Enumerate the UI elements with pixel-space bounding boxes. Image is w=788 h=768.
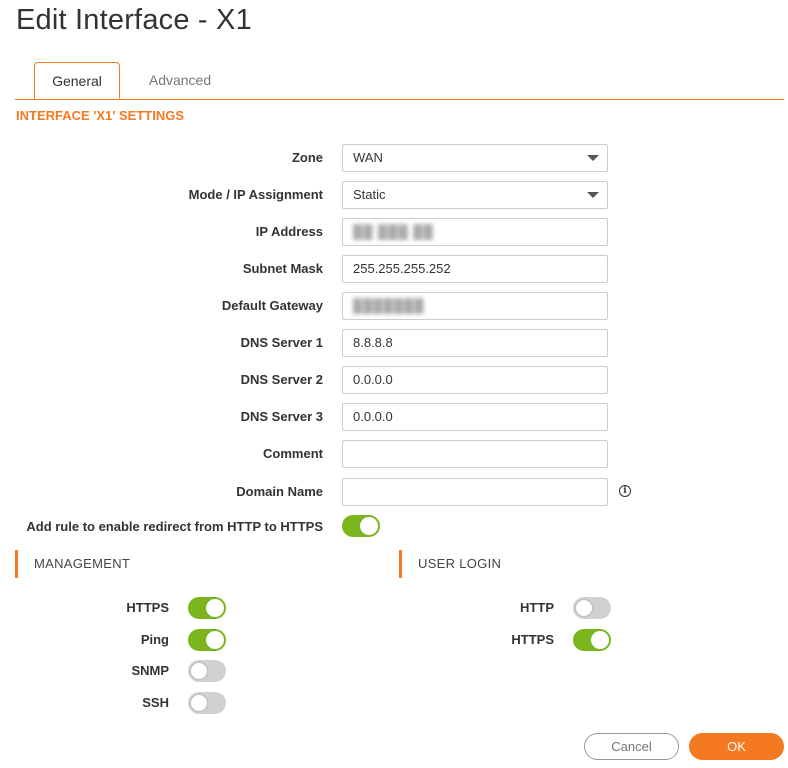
toggle-knob: [206, 599, 224, 617]
subnet-mask-value: 255.255.255.252: [353, 261, 451, 276]
dns2-value: 0.0.0.0: [353, 372, 393, 387]
management-heading: MANAGEMENT: [15, 550, 130, 578]
ip-address-label: IP Address: [255, 224, 323, 239]
dns3-label: DNS Server 3: [240, 409, 323, 424]
dns1-input[interactable]: 8.8.8.8: [342, 329, 608, 357]
dns2-row: DNS Server 2 0.0.0.0: [0, 366, 788, 394]
tab-general[interactable]: General: [34, 62, 120, 100]
dns3-row: DNS Server 3 0.0.0.0: [0, 403, 788, 431]
user-login-heading: USER LOGIN: [399, 550, 501, 578]
mode-label: Mode / IP Assignment: [188, 187, 323, 202]
management-label-snmp: SNMP: [131, 663, 169, 678]
toggle-knob: [575, 599, 593, 617]
tab-bar: General Advanced: [0, 62, 784, 100]
dns2-input[interactable]: 0.0.0.0: [342, 366, 608, 394]
default-gateway-label: Default Gateway: [221, 298, 323, 313]
cancel-button[interactable]: Cancel: [584, 733, 679, 760]
domain-name-row: Domain Name i: [0, 478, 788, 506]
zone-label: Zone: [291, 150, 323, 165]
redirect-rule-label: Add rule to enable redirect from HTTP to…: [26, 519, 323, 534]
user-login-http-toggle[interactable]: [573, 597, 611, 619]
domain-name-input[interactable]: [342, 478, 608, 506]
management-ping-toggle[interactable]: [188, 629, 226, 651]
comment-input[interactable]: [342, 440, 608, 468]
dns1-row: DNS Server 1 8.8.8.8: [0, 329, 788, 357]
default-gateway-row: Default Gateway ███████: [0, 292, 788, 320]
comment-row: Comment: [0, 440, 788, 468]
default-gateway-redacted: ███████: [353, 298, 425, 313]
subnet-mask-row: Subnet Mask 255.255.255.252: [0, 255, 788, 283]
mode-row: Mode / IP Assignment Static: [0, 181, 788, 209]
mode-select[interactable]: Static: [342, 181, 608, 209]
comment-label: Comment: [263, 446, 323, 461]
dns1-label: DNS Server 1: [240, 335, 323, 350]
dns2-label: DNS Server 2: [240, 372, 323, 387]
ip-address-input[interactable]: ██ ███ ██: [342, 218, 608, 246]
management-snmp-toggle[interactable]: [188, 660, 226, 682]
user-login-label-http: HTTP: [520, 600, 554, 615]
info-icon[interactable]: i: [619, 485, 631, 497]
zone-row: Zone WAN: [0, 144, 788, 172]
section-title: INTERFACE 'X1' SETTINGS: [16, 108, 184, 123]
redirect-rule-toggle[interactable]: [342, 515, 380, 537]
toggle-knob: [190, 662, 208, 680]
subnet-mask-input[interactable]: 255.255.255.252: [342, 255, 608, 283]
mode-value: Static: [353, 187, 386, 202]
default-gateway-input[interactable]: ███████: [342, 292, 608, 320]
management-label-https: HTTPS: [126, 600, 169, 615]
redirect-rule-row: Add rule to enable redirect from HTTP to…: [0, 513, 788, 541]
zone-value: WAN: [353, 150, 383, 165]
toggle-knob: [360, 517, 378, 535]
tab-underline: [15, 99, 784, 100]
ip-address-redacted: ██ ███ ██: [353, 224, 434, 239]
management-https-toggle[interactable]: [188, 597, 226, 619]
dns1-value: 8.8.8.8: [353, 335, 393, 350]
ok-button[interactable]: OK: [689, 733, 784, 760]
domain-name-label: Domain Name: [236, 484, 323, 499]
subnet-mask-label: Subnet Mask: [242, 261, 323, 276]
dns3-value: 0.0.0.0: [353, 409, 393, 424]
management-label-ping: Ping: [140, 632, 169, 647]
management-ssh-toggle[interactable]: [188, 692, 226, 714]
toggle-knob: [206, 631, 224, 649]
dialog-title: Edit Interface - X1: [16, 4, 252, 36]
user-login-https-toggle[interactable]: [573, 629, 611, 651]
ip-address-row: IP Address ██ ███ ██: [0, 218, 788, 246]
user-login-label-https: HTTPS: [511, 632, 554, 647]
tab-advanced[interactable]: Advanced: [140, 62, 220, 99]
dns3-input[interactable]: 0.0.0.0: [342, 403, 608, 431]
zone-select[interactable]: WAN: [342, 144, 608, 172]
management-label-ssh: SSH: [142, 695, 169, 710]
toggle-knob: [591, 631, 609, 649]
toggle-knob: [190, 694, 208, 712]
